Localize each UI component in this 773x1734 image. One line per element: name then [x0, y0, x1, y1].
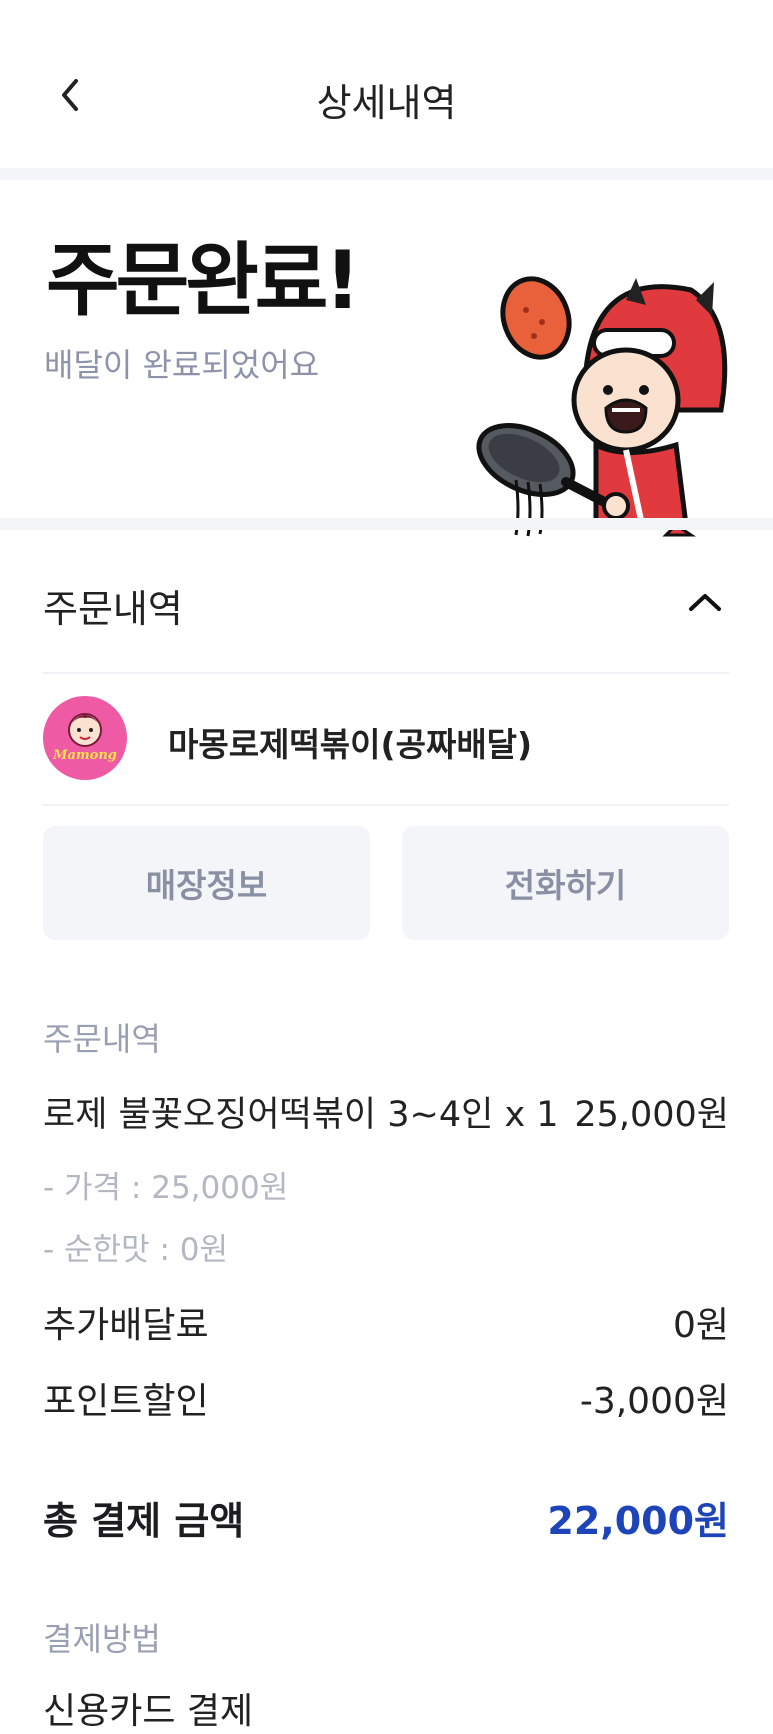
extra-delivery-fee-value: 0원 — [672, 1305, 729, 1346]
total-payment-label: 총 결제 금액 — [43, 1499, 245, 1543]
store-logo-text: Mamong — [53, 748, 117, 763]
total-payment-amount: 22,000원 — [547, 1499, 729, 1543]
order-complete-banner: 주문완료! 배달이 완료되었어요 — [0, 180, 773, 537]
divider — [43, 804, 729, 806]
store-logo: Mamong — [43, 696, 127, 780]
payment-method-value: 신용카드 결제 — [43, 1691, 254, 1732]
point-discount-value: -3,000원 — [579, 1381, 729, 1422]
extra-delivery-fee-label: 추가배달료 — [43, 1305, 209, 1346]
collapse-toggle[interactable] — [680, 582, 730, 622]
item-option: - 순한맛 : 0원 — [43, 1232, 228, 1268]
section-divider — [0, 518, 773, 530]
delivery-status-text: 배달이 완료되었어요 — [44, 346, 320, 384]
extra-delivery-fee-row: 추가배달료 0원 — [43, 1296, 729, 1348]
point-discount-row: 포인트할인 -3,000원 — [43, 1372, 729, 1424]
order-item-row: 로제 불꽃오징어떡볶이 3~4인 x 1 25,000원 — [43, 1086, 729, 1137]
order-section-title: 주문내역 — [43, 587, 183, 631]
order-complete-title: 주문완료! — [46, 234, 361, 327]
order-details-label: 주문내역 — [43, 1020, 161, 1058]
divider — [43, 672, 729, 674]
call-button[interactable]: 전화하기 — [402, 826, 729, 940]
item-price: 25,000원 — [574, 1095, 729, 1135]
point-discount-label: 포인트할인 — [43, 1381, 209, 1422]
section-divider — [0, 168, 773, 180]
top-bar: 상세내역 — [0, 0, 773, 170]
total-payment-row: 총 결제 금액 22,000원 — [43, 1490, 729, 1545]
chevron-up-icon — [689, 594, 721, 611]
store-info-button[interactable]: 매장정보 — [43, 826, 370, 940]
payment-method-label: 결제방법 — [43, 1620, 161, 1658]
store-name[interactable]: 마몽로제떡볶이(공짜배달) — [168, 718, 532, 766]
page-title: 상세내역 — [316, 81, 457, 125]
item-option: - 가격 : 25,000원 — [43, 1170, 289, 1206]
mascot-illustration — [476, 276, 728, 537]
item-name: 로제 불꽃오징어떡볶이 3~4인 x 1 — [43, 1095, 559, 1135]
